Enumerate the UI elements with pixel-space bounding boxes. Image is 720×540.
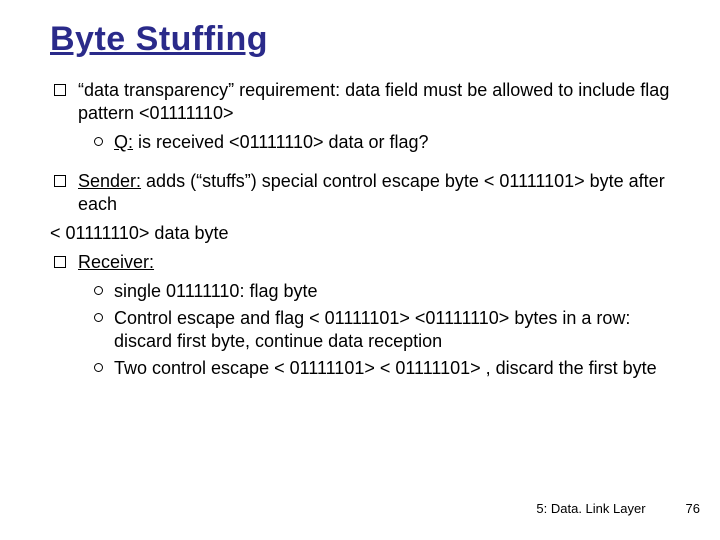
q-text: is received <01111110> data or flag? bbox=[133, 132, 429, 152]
sender-text: adds (“stuffs”) special control escape b… bbox=[78, 171, 665, 214]
slide-title: Byte Stuffing bbox=[50, 20, 670, 59]
footer-page: 76 bbox=[686, 501, 700, 516]
q-label: Q: bbox=[114, 132, 133, 152]
slide-body: “data transparency” requirement: data fi… bbox=[50, 79, 670, 380]
bullet-receiver-sub1: single 01111110: flag byte bbox=[50, 280, 670, 303]
sender-label: Sender: bbox=[78, 171, 141, 191]
bullet-question: Q: is received <01111110> data or flag? bbox=[50, 131, 670, 154]
bullet-group-1: “data transparency” requirement: data fi… bbox=[50, 79, 670, 154]
slide-footer: 5: Data. Link Layer 76 bbox=[536, 501, 700, 516]
bullet-receiver: Receiver: bbox=[50, 251, 670, 274]
bullet-sender-cont: < 01111110> data byte bbox=[50, 222, 670, 245]
slide: Byte Stuffing “data transparency” requir… bbox=[0, 0, 720, 540]
bullet-receiver-sub2: Control escape and flag < 01111101> <011… bbox=[50, 307, 670, 353]
footer-section: 5: Data. Link Layer bbox=[536, 501, 645, 516]
bullet-data-transparency: “data transparency” requirement: data fi… bbox=[50, 79, 670, 125]
bullet-group-2: Sender: adds (“stuffs”) special control … bbox=[50, 170, 670, 380]
receiver-label: Receiver: bbox=[78, 252, 154, 272]
bullet-sender: Sender: adds (“stuffs”) special control … bbox=[50, 170, 670, 216]
bullet-receiver-sub3: Two control escape < 01111101> < 0111110… bbox=[50, 357, 670, 380]
